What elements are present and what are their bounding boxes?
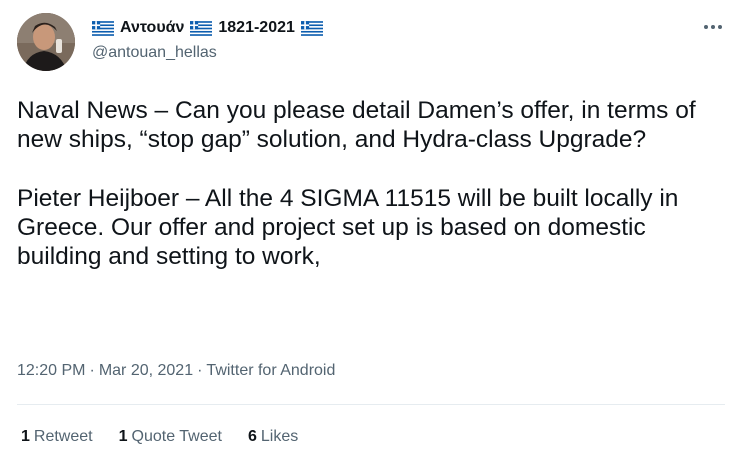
display-name-years: 1821-2021	[218, 19, 295, 36]
greek-flag-icon	[190, 20, 213, 36]
likes-label: Likes	[260, 428, 299, 445]
likes-count: 6	[247, 428, 257, 445]
tweet-paragraph: Naval News – Can you please detail Damen…	[17, 97, 696, 154]
more-horizontal-icon	[704, 25, 722, 29]
user-handle[interactable]: @antouan_hellas	[92, 42, 329, 64]
tweet-date[interactable]: Mar 20, 2021	[99, 362, 193, 379]
greek-flag-icon	[190, 20, 213, 36]
retweets-stat[interactable]: 1 Retweet	[21, 428, 93, 446]
tweet-text: Naval News – Can you please detail Damen…	[17, 96, 732, 271]
divider	[17, 404, 725, 405]
greek-flag-icon	[300, 20, 323, 36]
tweet-meta: 12:20 PM · Mar 20, 2021 · Twitter for Androi…	[17, 362, 335, 380]
avatar[interactable]	[17, 13, 75, 71]
greek-flag-icon	[300, 20, 323, 36]
display-name-text: Αντουάν	[120, 19, 185, 36]
quote-tweets-stat[interactable]: 1 Quote Tweet	[119, 428, 222, 446]
retweets-count: 1	[21, 428, 30, 445]
quote-tweets-count: 1	[118, 428, 128, 445]
likes-stat[interactable]: 6 Likes	[248, 428, 298, 446]
meta-separator: ·	[197, 362, 203, 379]
retweets-label: Retweet	[33, 428, 93, 445]
meta-separator: ·	[89, 362, 95, 379]
greek-flag-icon	[92, 20, 114, 36]
quote-tweets-label: Quote Tweet	[131, 428, 222, 445]
author-block: Αντουάν 1821-2021 @antouan_hellas	[92, 16, 329, 64]
tweet-card: Αντουάν 1821-2021 @antouan_hellas Naval …	[0, 0, 744, 470]
tweet-paragraph: Pieter Heijboer – All the 4 SIGMA 11515 …	[17, 184, 679, 270]
display-name[interactable]: Αντουάν 1821-2021	[92, 16, 329, 40]
tweet-stats: 1 Retweet 1 Quote Tweet 6 Likes	[21, 428, 324, 446]
tweet-source[interactable]: Twitter for Android	[206, 362, 335, 379]
tweet-time[interactable]: 12:20 PM	[17, 362, 85, 379]
greek-flag-icon	[92, 20, 114, 36]
avatar-image	[17, 13, 75, 71]
more-options-button[interactable]	[702, 18, 724, 36]
